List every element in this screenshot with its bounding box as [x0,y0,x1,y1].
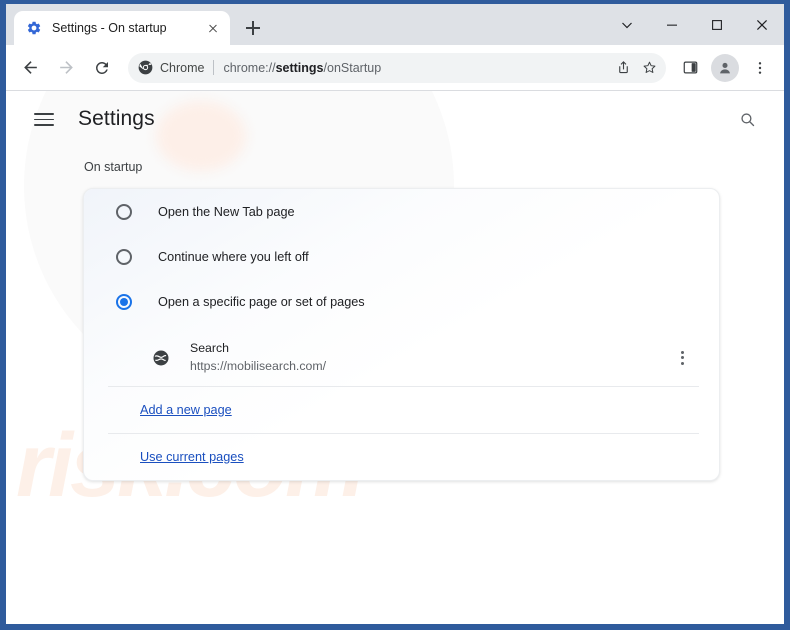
card-body: Open the New Tab page Continue where you… [84,189,719,480]
chrome-chip: Chrome [138,60,204,75]
omnibox-actions [610,55,662,81]
startup-option-label: Open the New Tab page [158,204,295,219]
forward-icon[interactable] [50,52,82,84]
close-window-icon[interactable] [739,8,784,42]
startup-page-url: https://mobilisearch.com/ [190,358,326,373]
settings-page: PC risk.com Settings On startup Open the… [6,91,784,624]
page-title: Settings [78,107,155,130]
omnibox-separator [213,60,215,75]
startup-page-name: Search [190,341,229,355]
reload-icon[interactable] [86,52,118,84]
tab-title: Settings - On startup [52,21,167,35]
back-icon[interactable] [14,52,46,84]
side-panel-icon[interactable] [674,52,706,84]
browser-window: Settings - On startup Chrome chrome://se… [0,0,790,630]
settings-gear-icon [27,21,41,35]
use-current-pages-link[interactable]: Use current pages [140,450,244,464]
toolbar-right-actions [672,52,778,84]
new-tab-button[interactable] [239,14,267,42]
radio-specific-pages[interactable] [116,293,132,310]
startup-page-menu-icon[interactable] [669,345,695,371]
address-bar-url: chrome://settings/onStartup [223,60,382,75]
chrome-logo-icon [138,60,153,75]
close-icon[interactable] [204,19,222,37]
radio-new-tab[interactable] [116,203,132,220]
window-controls [604,4,784,45]
address-bar[interactable]: Chrome chrome://settings/onStartup [128,52,666,83]
use-current-pages-row[interactable]: Use current pages [84,434,719,480]
startup-option-new-tab[interactable]: Open the New Tab page [84,189,719,234]
search-icon[interactable] [732,104,762,134]
add-new-page-row[interactable]: Add a new page [84,387,719,433]
add-new-page-link[interactable]: Add a new page [140,403,232,417]
chevron-down-icon[interactable] [604,8,649,42]
on-startup-card: Open the New Tab page Continue where you… [83,188,720,481]
tab-strip: Settings - On startup [6,4,784,45]
browser-window-inner: Settings - On startup Chrome chrome://se… [6,4,784,624]
startup-option-continue[interactable]: Continue where you left off [84,234,719,279]
browser-toolbar: Chrome chrome://settings/onStartup [6,45,784,91]
settings-header: Settings [6,91,784,147]
chrome-chip-label: Chrome [160,60,205,75]
startup-page-row: Search https://mobilisearch.com/ [84,330,719,386]
startup-page-texts: Search https://mobilisearch.com/ [190,340,669,376]
hamburger-menu-icon[interactable] [32,107,56,131]
globe-icon [153,350,169,366]
minimize-icon[interactable] [649,8,694,42]
maximize-icon[interactable] [694,8,739,42]
bookmark-star-icon[interactable] [636,55,662,81]
browser-menu-icon[interactable] [744,52,776,84]
section-label: On startup [84,160,143,174]
avatar[interactable] [711,53,739,82]
startup-option-specific-pages[interactable]: Open a specific page or set of pages [84,279,719,324]
radio-continue[interactable] [116,248,132,265]
startup-option-label: Open a specific page or set of pages [158,294,365,309]
startup-option-label: Continue where you left off [158,249,309,264]
browser-tab[interactable]: Settings - On startup [14,11,230,45]
share-icon[interactable] [610,55,636,81]
